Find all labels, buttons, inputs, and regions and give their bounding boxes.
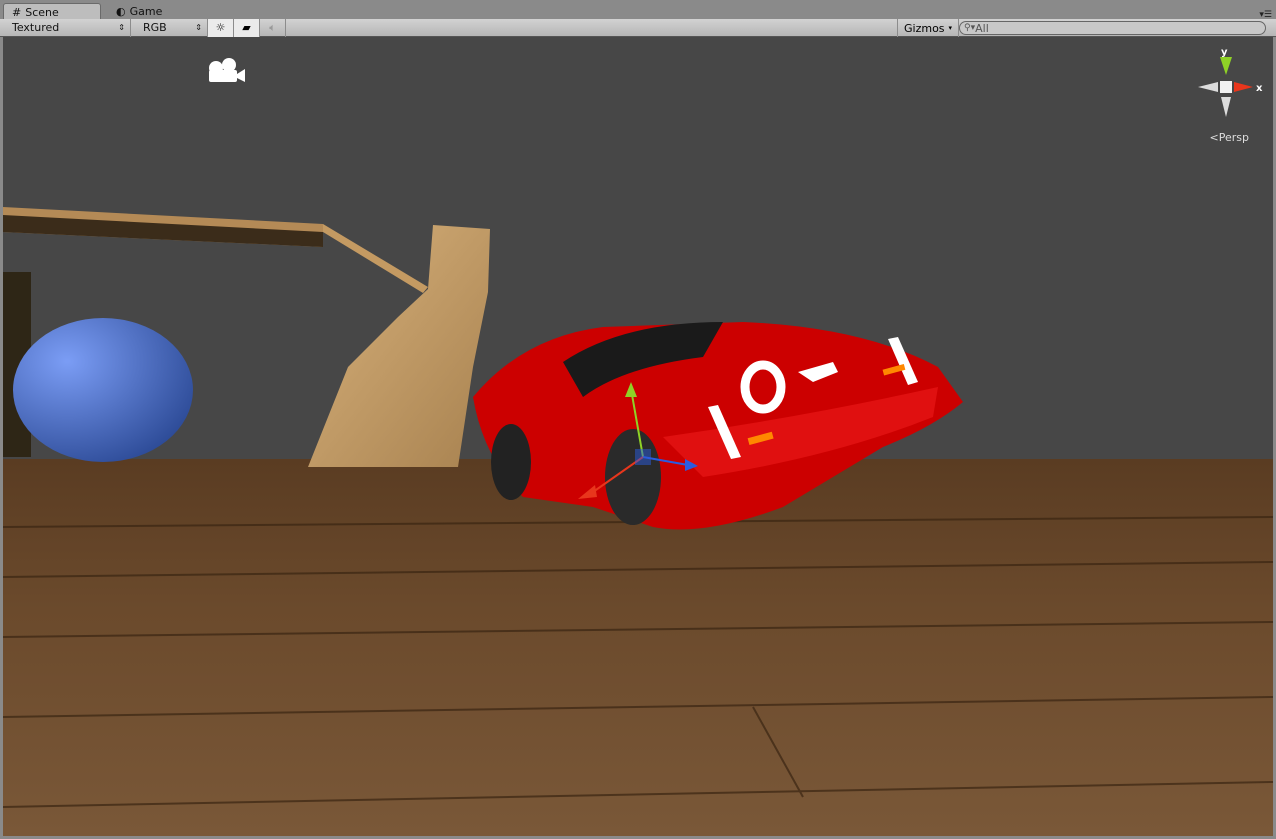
- color-mode-dropdown[interactable]: RGB ⇕: [131, 18, 208, 37]
- sun-icon: ☼: [215, 21, 226, 34]
- audio-toggle[interactable]: 🔈︎: [260, 18, 286, 37]
- search-input[interactable]: ⚲▾ All: [959, 21, 1266, 35]
- tab-scene[interactable]: # Scene: [3, 3, 101, 20]
- image-icon: ▰: [242, 21, 251, 34]
- tab-bar: # Scene ◐ Game ▾☰: [0, 0, 1276, 20]
- tab-game[interactable]: ◐ Game: [108, 3, 170, 20]
- scene-viewport[interactable]: y x <Persp: [3, 37, 1273, 836]
- speaker-icon: 🔈︎: [269, 20, 276, 34]
- render-mode-dropdown[interactable]: Textured ⇕: [0, 18, 131, 37]
- orientation-gizmo[interactable]: y x: [1198, 47, 1263, 117]
- perspective-icon: <: [1209, 131, 1219, 144]
- updown-icon: ⇕: [118, 23, 125, 32]
- svg-text:y: y: [1221, 47, 1228, 58]
- projection-toggle[interactable]: <Persp: [1210, 131, 1249, 144]
- svg-text:x: x: [1256, 83, 1263, 94]
- gizmos-dropdown[interactable]: Gizmos ▾: [897, 19, 960, 37]
- search-icon: ⚲▾: [964, 23, 976, 33]
- scene-effects-toggle[interactable]: ▰: [234, 18, 260, 37]
- sphere: [13, 318, 193, 462]
- grid-icon: #: [12, 5, 22, 19]
- scene-lighting-toggle[interactable]: ☼: [208, 18, 234, 37]
- scene-render: y x: [3, 47, 1273, 836]
- updown-icon: ⇕: [195, 23, 202, 32]
- dropdown-arrow-icon: ▾: [948, 24, 953, 32]
- ramp: [308, 225, 490, 467]
- camera-icon: [209, 58, 245, 82]
- scene-toolbar: Textured ⇕ RGB ⇕ ☼ ▰ 🔈︎ Gizmos ▾ ⚲▾ All: [0, 18, 1276, 37]
- pacman-icon: ◐: [116, 5, 126, 18]
